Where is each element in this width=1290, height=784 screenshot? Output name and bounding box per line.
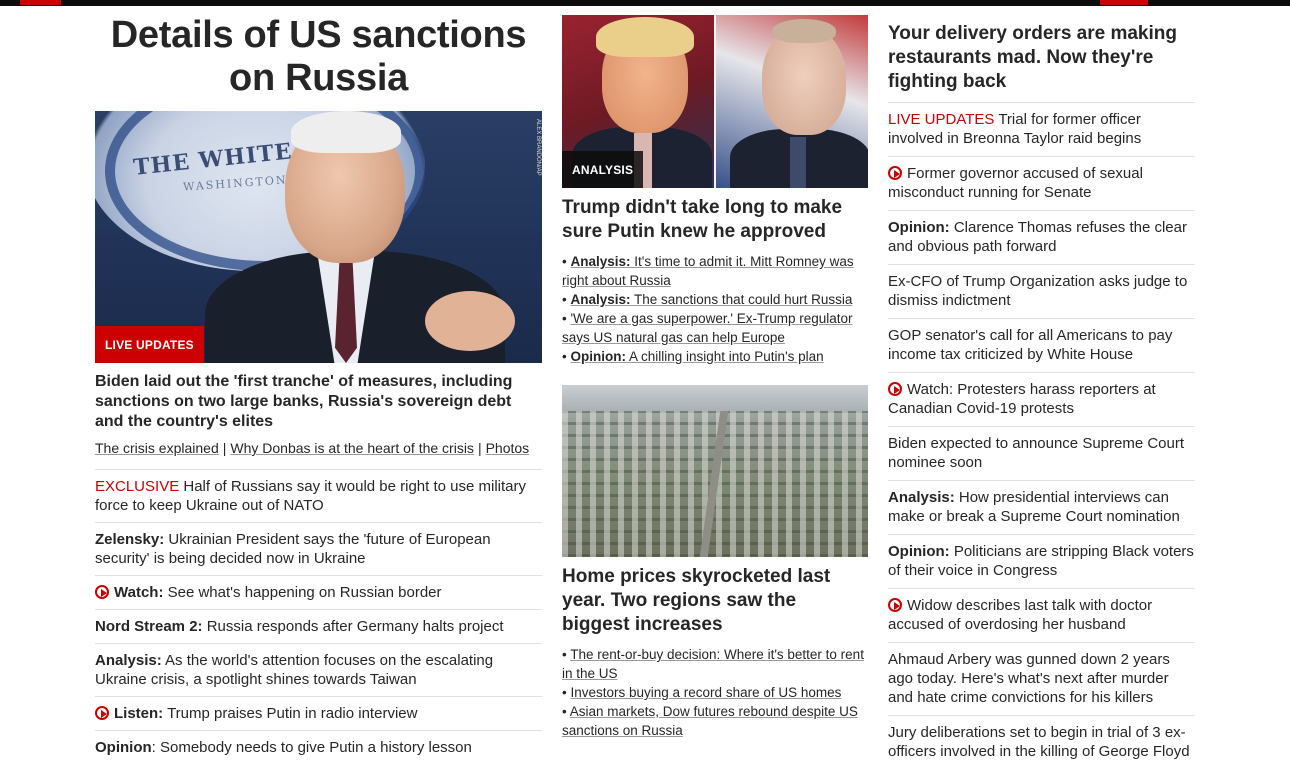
- list-item[interactable]: Zelensky: Ukrainian President says the '…: [95, 522, 542, 575]
- list-item[interactable]: Former governor accused of sexual miscon…: [888, 156, 1195, 210]
- item-label: Listen:: [114, 705, 164, 722]
- list-item[interactable]: Biden expected to announce Supreme Court…: [888, 426, 1195, 480]
- lead-hero-image[interactable]: THE WHITE H WASHINGTON ALEX BRANDON/AP L…: [95, 111, 542, 363]
- secondary-stories-column: ANALYSIS Trump didn't take long to make …: [562, 15, 868, 740]
- related-link[interactable]: Why Donbas is at the heart of the crisis: [230, 440, 474, 456]
- story-headline[interactable]: Home prices skyrocketed last year. Two r…: [562, 565, 868, 637]
- lead-story-column: Details of US sanctions on Russia THE WH…: [95, 14, 542, 764]
- item-label: Opinion:: [888, 219, 950, 236]
- story-related-list: Analysis: It's time to admit it. Mitt Ro…: [562, 252, 868, 366]
- lead-headline[interactable]: Details of US sanctions on Russia: [95, 14, 542, 100]
- item-label: Zelensky:: [95, 531, 165, 548]
- photo-credit: ALEX BRANDON/AP: [535, 119, 541, 176]
- live-updates-label: LIVE UPDATES: [888, 111, 995, 128]
- play-icon: [888, 598, 902, 612]
- list-item[interactable]: Asian markets, Dow futures rebound despi…: [562, 702, 868, 740]
- nav-active-indicator[interactable]: [20, 0, 61, 5]
- list-item[interactable]: Ahmaud Arbery was gunned down 2 years ag…: [888, 642, 1195, 715]
- related-link[interactable]: The crisis explained: [95, 440, 219, 456]
- item-label: Nord Stream 2:: [95, 618, 203, 635]
- list-item[interactable]: GOP senator's call for all Americans to …: [888, 318, 1195, 372]
- list-item[interactable]: LIVE UPDATES Trial for former officer in…: [888, 102, 1195, 156]
- list-item[interactable]: EXCLUSIVE Half of Russians say it would …: [95, 469, 542, 522]
- list-item[interactable]: 'We are a gas superpower.' Ex-Trump regu…: [562, 309, 868, 347]
- aerial-homes-image[interactable]: [562, 385, 868, 557]
- story-related-list: The rent-or-buy decision: Where it's bet…: [562, 645, 868, 740]
- play-icon: [95, 706, 109, 720]
- play-icon: [95, 585, 109, 599]
- play-icon: [888, 166, 902, 180]
- list-item[interactable]: Jury deliberations set to begin in trial…: [888, 715, 1195, 769]
- list-item[interactable]: Investors buying a record share of US ho…: [562, 683, 868, 702]
- item-label: Watch:: [114, 584, 164, 601]
- list-item[interactable]: Analysis: As the world's attention focus…: [95, 643, 542, 696]
- item-label: Analysis:: [570, 254, 631, 269]
- list-item[interactable]: Analysis: How presidential interviews ca…: [888, 480, 1195, 534]
- lead-story-list: EXCLUSIVE Half of Russians say it would …: [95, 469, 542, 764]
- live-updates-badge: LIVE UPDATES: [95, 326, 204, 363]
- list-item[interactable]: Listen: Trump praises Putin in radio int…: [95, 696, 542, 730]
- list-item[interactable]: Watch: See what's happening on Russian b…: [95, 575, 542, 609]
- trump-putin-image[interactable]: ANALYSIS: [562, 15, 868, 188]
- list-item[interactable]: Nord Stream 2: Russia responds after Ger…: [95, 609, 542, 643]
- story-headline[interactable]: Trump didn't take long to make sure Puti…: [562, 196, 868, 244]
- list-item[interactable]: Opinion: Somebody needs to give Putin a …: [95, 730, 542, 764]
- list-item[interactable]: Opinion: Clarence Thomas refuses the cle…: [888, 210, 1195, 264]
- item-label: Analysis:: [95, 652, 162, 669]
- related-link[interactable]: Photos: [486, 440, 530, 456]
- exclusive-label: EXCLUSIVE: [95, 478, 180, 495]
- list-item[interactable]: The rent-or-buy decision: Where it's bet…: [562, 645, 868, 683]
- list-item[interactable]: Ex-CFO of Trump Organization asks judge …: [888, 264, 1195, 318]
- list-item[interactable]: Watch: Protesters harass reporters at Ca…: [888, 372, 1195, 426]
- related-links: The crisis explained | Why Donbas is at th…: [95, 439, 542, 457]
- list-item[interactable]: Widow describes last talk with doctor ac…: [888, 588, 1195, 642]
- link-separator: |: [222, 440, 227, 456]
- list-item[interactable]: Analysis: It's time to admit it. Mitt Ro…: [562, 252, 868, 290]
- top-nav-bar: [0, 0, 1290, 6]
- play-icon: [888, 382, 902, 396]
- item-label: Opinion:: [570, 349, 626, 364]
- lead-subheadline[interactable]: Biden laid out the 'first tranche' of me…: [95, 372, 542, 432]
- list-item[interactable]: Opinion: A chilling insight into Putin's…: [562, 347, 868, 366]
- headlines-list: LIVE UPDATES Trial for former officer in…: [888, 102, 1195, 769]
- column-headline[interactable]: Your delivery orders are making restaura…: [888, 22, 1195, 94]
- headlines-column: Your delivery orders are making restaura…: [888, 22, 1195, 769]
- list-item[interactable]: Analysis: The sanctions that could hurt …: [562, 290, 868, 309]
- analysis-badge: ANALYSIS: [562, 151, 644, 188]
- item-label: Opinion:: [888, 543, 950, 560]
- item-label: Analysis:: [570, 292, 631, 307]
- item-label: Opinion: [95, 739, 152, 756]
- link-separator: |: [477, 440, 482, 456]
- item-label: Analysis:: [888, 489, 955, 506]
- nav-active-indicator[interactable]: [1100, 0, 1148, 5]
- list-item[interactable]: Opinion: Politicians are stripping Black…: [888, 534, 1195, 588]
